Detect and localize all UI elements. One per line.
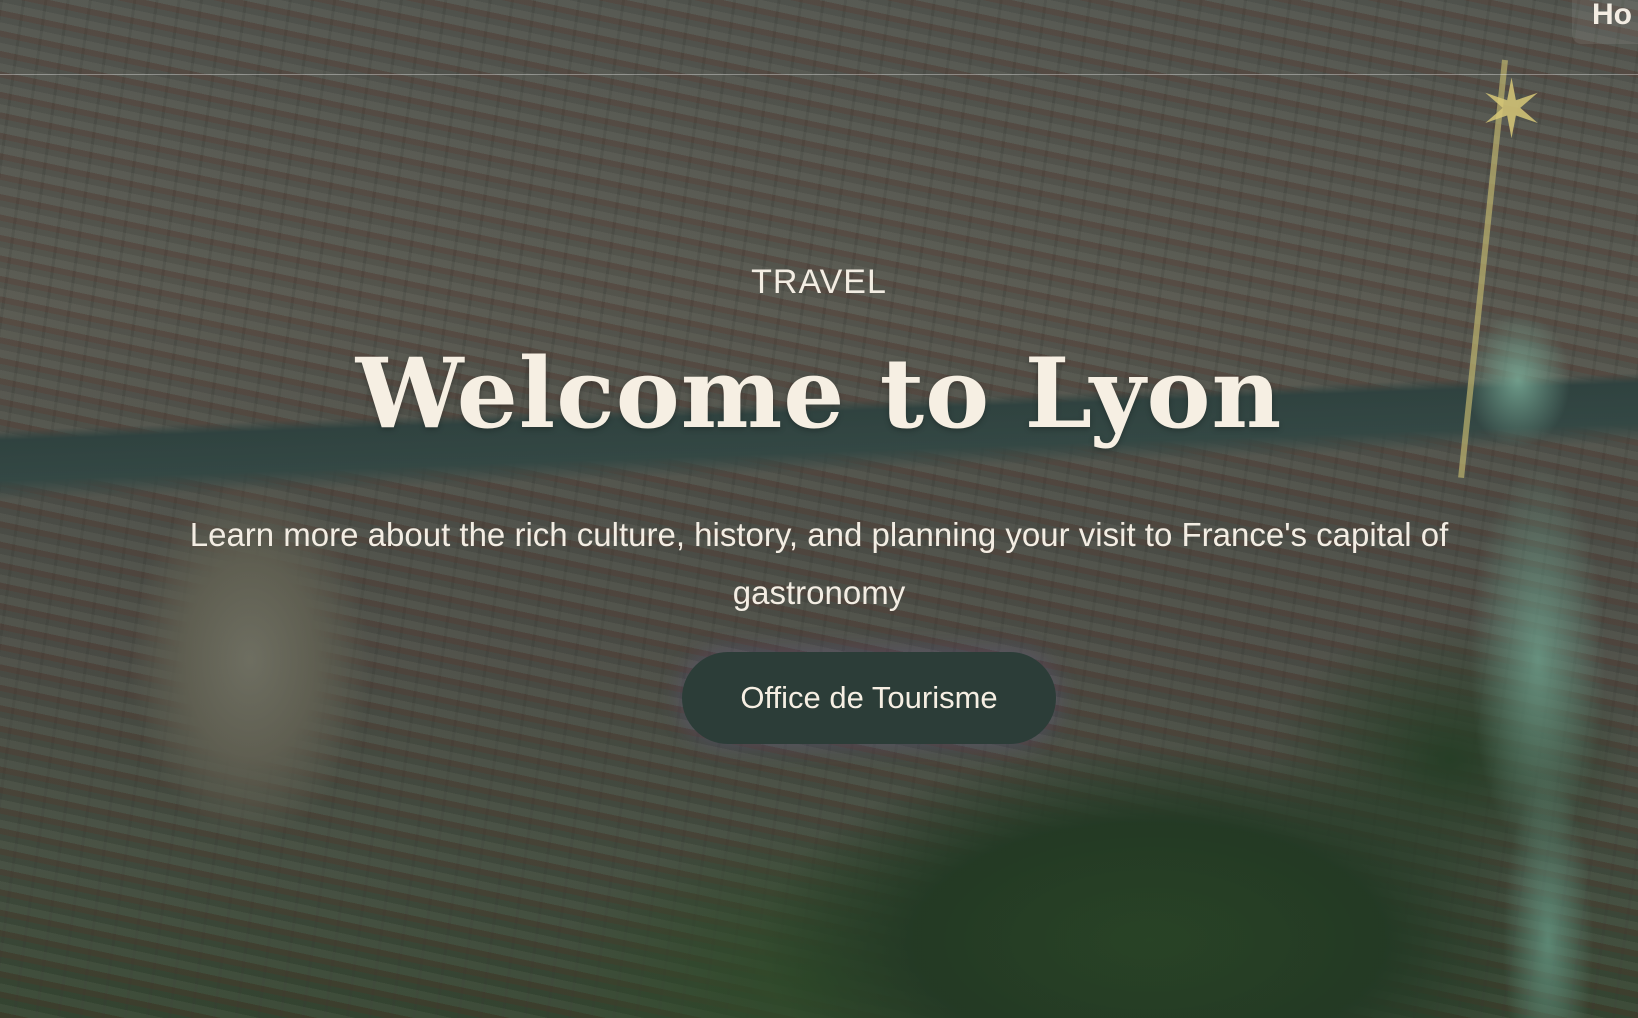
office-de-tourisme-button[interactable]: Office de Tourisme: [682, 652, 1056, 744]
hero-subtitle: Learn more about the rich culture, histo…: [189, 516, 1449, 611]
star-icon: ✶: [1478, 63, 1546, 156]
hero-title: Welcome to Lyon: [355, 337, 1283, 450]
hero-eyebrow: TRAVEL: [751, 263, 887, 301]
nav-link-home[interactable]: Ho: [1572, 0, 1638, 44]
hero-section: ✶ Ho TRAVEL Welcome to Lyon Learn more a…: [0, 0, 1638, 1018]
nav-divider: [0, 74, 1638, 75]
